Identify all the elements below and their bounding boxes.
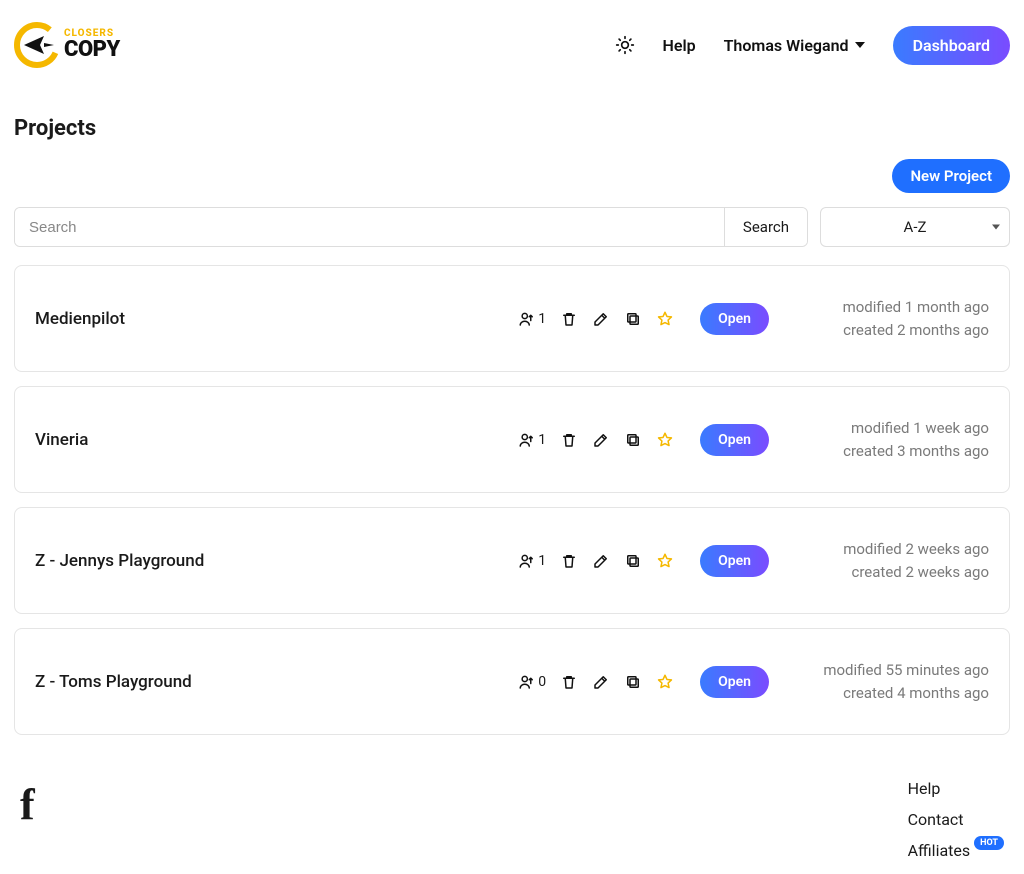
project-meta: modified 2 weeks ago created 2 weeks ago <box>799 538 989 583</box>
edit-button[interactable] <box>592 673 610 691</box>
copy-icon <box>624 673 642 691</box>
duplicate-button[interactable] <box>624 431 642 449</box>
project-name: Z - Toms Playground <box>35 672 295 692</box>
new-project-button[interactable]: New Project <box>892 159 1010 193</box>
copy-icon <box>624 310 642 328</box>
project-meta: modified 1 week ago created 3 months ago <box>799 417 989 462</box>
members-count[interactable]: 1 <box>518 431 546 449</box>
footer: f Help Contact Affiliates HOT <box>14 779 1010 860</box>
delete-button[interactable] <box>560 310 578 328</box>
favorite-button[interactable] <box>656 552 674 570</box>
project-card: Medienpilot 1 <box>14 265 1010 372</box>
delete-button[interactable] <box>560 673 578 691</box>
nav-user-menu[interactable]: Thomas Wiegand <box>724 36 865 55</box>
open-button[interactable]: Open <box>700 424 769 456</box>
delete-button[interactable] <box>560 431 578 449</box>
hot-badge: HOT <box>974 836 1004 850</box>
trash-icon <box>560 310 578 328</box>
pencil-icon <box>592 673 610 691</box>
nav-user-name: Thomas Wiegand <box>724 36 849 55</box>
delete-button[interactable] <box>560 552 578 570</box>
modified-label: modified 1 month ago <box>799 296 989 319</box>
project-meta: modified 1 month ago created 2 months ag… <box>799 296 989 341</box>
project-actions: 1 Open <box>518 424 769 456</box>
sort-select[interactable]: A-Z <box>820 207 1010 247</box>
facebook-icon[interactable]: f <box>20 779 35 860</box>
duplicate-button[interactable] <box>624 310 642 328</box>
project-list: Medienpilot 1 <box>14 265 1010 735</box>
project-card: Z - Jennys Playground 1 <box>14 507 1010 614</box>
star-icon <box>656 673 674 691</box>
search-group: Search <box>14 207 808 247</box>
project-card: Vineria 1 <box>14 386 1010 493</box>
modified-label: modified 2 weeks ago <box>799 538 989 561</box>
chevron-down-icon <box>855 42 865 48</box>
members-count[interactable]: 1 <box>518 310 546 328</box>
copy-icon <box>624 552 642 570</box>
page-title: Projects <box>14 116 1010 141</box>
modified-label: modified 55 minutes ago <box>799 659 989 682</box>
project-actions: 0 Open <box>518 666 769 698</box>
star-icon <box>656 552 674 570</box>
project-name: Z - Jennys Playground <box>35 551 295 571</box>
created-label: created 2 weeks ago <box>799 561 989 584</box>
trash-icon <box>560 673 578 691</box>
edit-button[interactable] <box>592 310 610 328</box>
project-actions: 1 Open <box>518 545 769 577</box>
favorite-button[interactable] <box>656 310 674 328</box>
footer-affiliates-label: Affiliates <box>908 841 971 860</box>
sun-icon <box>615 35 635 55</box>
trash-icon <box>560 552 578 570</box>
duplicate-button[interactable] <box>624 552 642 570</box>
footer-link-contact[interactable]: Contact <box>908 810 964 829</box>
favorite-button[interactable] <box>656 673 674 691</box>
user-icon <box>518 310 536 328</box>
pencil-icon <box>592 431 610 449</box>
new-project-row: New Project <box>14 159 1010 193</box>
favorite-button[interactable] <box>656 431 674 449</box>
header: CLOSERS COPY Help Thomas Wiegand Dashboa… <box>14 14 1010 92</box>
search-row: Search A-Z <box>14 207 1010 247</box>
members-count[interactable]: 1 <box>518 552 546 570</box>
pencil-icon <box>592 310 610 328</box>
search-button[interactable]: Search <box>724 208 807 246</box>
user-icon <box>518 673 536 691</box>
user-icon <box>518 431 536 449</box>
logo-mark-icon <box>14 22 60 68</box>
open-button[interactable]: Open <box>700 303 769 335</box>
trash-icon <box>560 431 578 449</box>
created-label: created 3 months ago <box>799 440 989 463</box>
nav-help[interactable]: Help <box>663 36 696 55</box>
footer-link-help[interactable]: Help <box>908 779 941 798</box>
duplicate-button[interactable] <box>624 673 642 691</box>
project-actions: 1 Open <box>518 303 769 335</box>
modified-label: modified 1 week ago <box>799 417 989 440</box>
footer-links: Help Contact Affiliates HOT <box>908 779 1004 860</box>
edit-button[interactable] <box>592 431 610 449</box>
theme-toggle[interactable] <box>615 35 635 55</box>
created-label: created 4 months ago <box>799 682 989 705</box>
project-name: Medienpilot <box>35 309 295 329</box>
user-icon <box>518 552 536 570</box>
footer-link-affiliates[interactable]: Affiliates HOT <box>908 841 1004 860</box>
created-label: created 2 months ago <box>799 319 989 342</box>
logo-text-bottom: COPY <box>64 39 120 61</box>
star-icon <box>656 431 674 449</box>
pencil-icon <box>592 552 610 570</box>
edit-button[interactable] <box>592 552 610 570</box>
top-nav: Help Thomas Wiegand Dashboard <box>615 26 1011 65</box>
search-input[interactable] <box>15 208 724 246</box>
project-card: Z - Toms Playground 0 <box>14 628 1010 735</box>
members-count[interactable]: 0 <box>518 673 546 691</box>
copy-icon <box>624 431 642 449</box>
open-button[interactable]: Open <box>700 545 769 577</box>
open-button[interactable]: Open <box>700 666 769 698</box>
dashboard-button[interactable]: Dashboard <box>893 26 1010 65</box>
star-icon <box>656 310 674 328</box>
logo[interactable]: CLOSERS COPY <box>14 22 120 68</box>
sort-wrap: A-Z <box>820 207 1010 247</box>
project-meta: modified 55 minutes ago created 4 months… <box>799 659 989 704</box>
project-name: Vineria <box>35 430 295 450</box>
